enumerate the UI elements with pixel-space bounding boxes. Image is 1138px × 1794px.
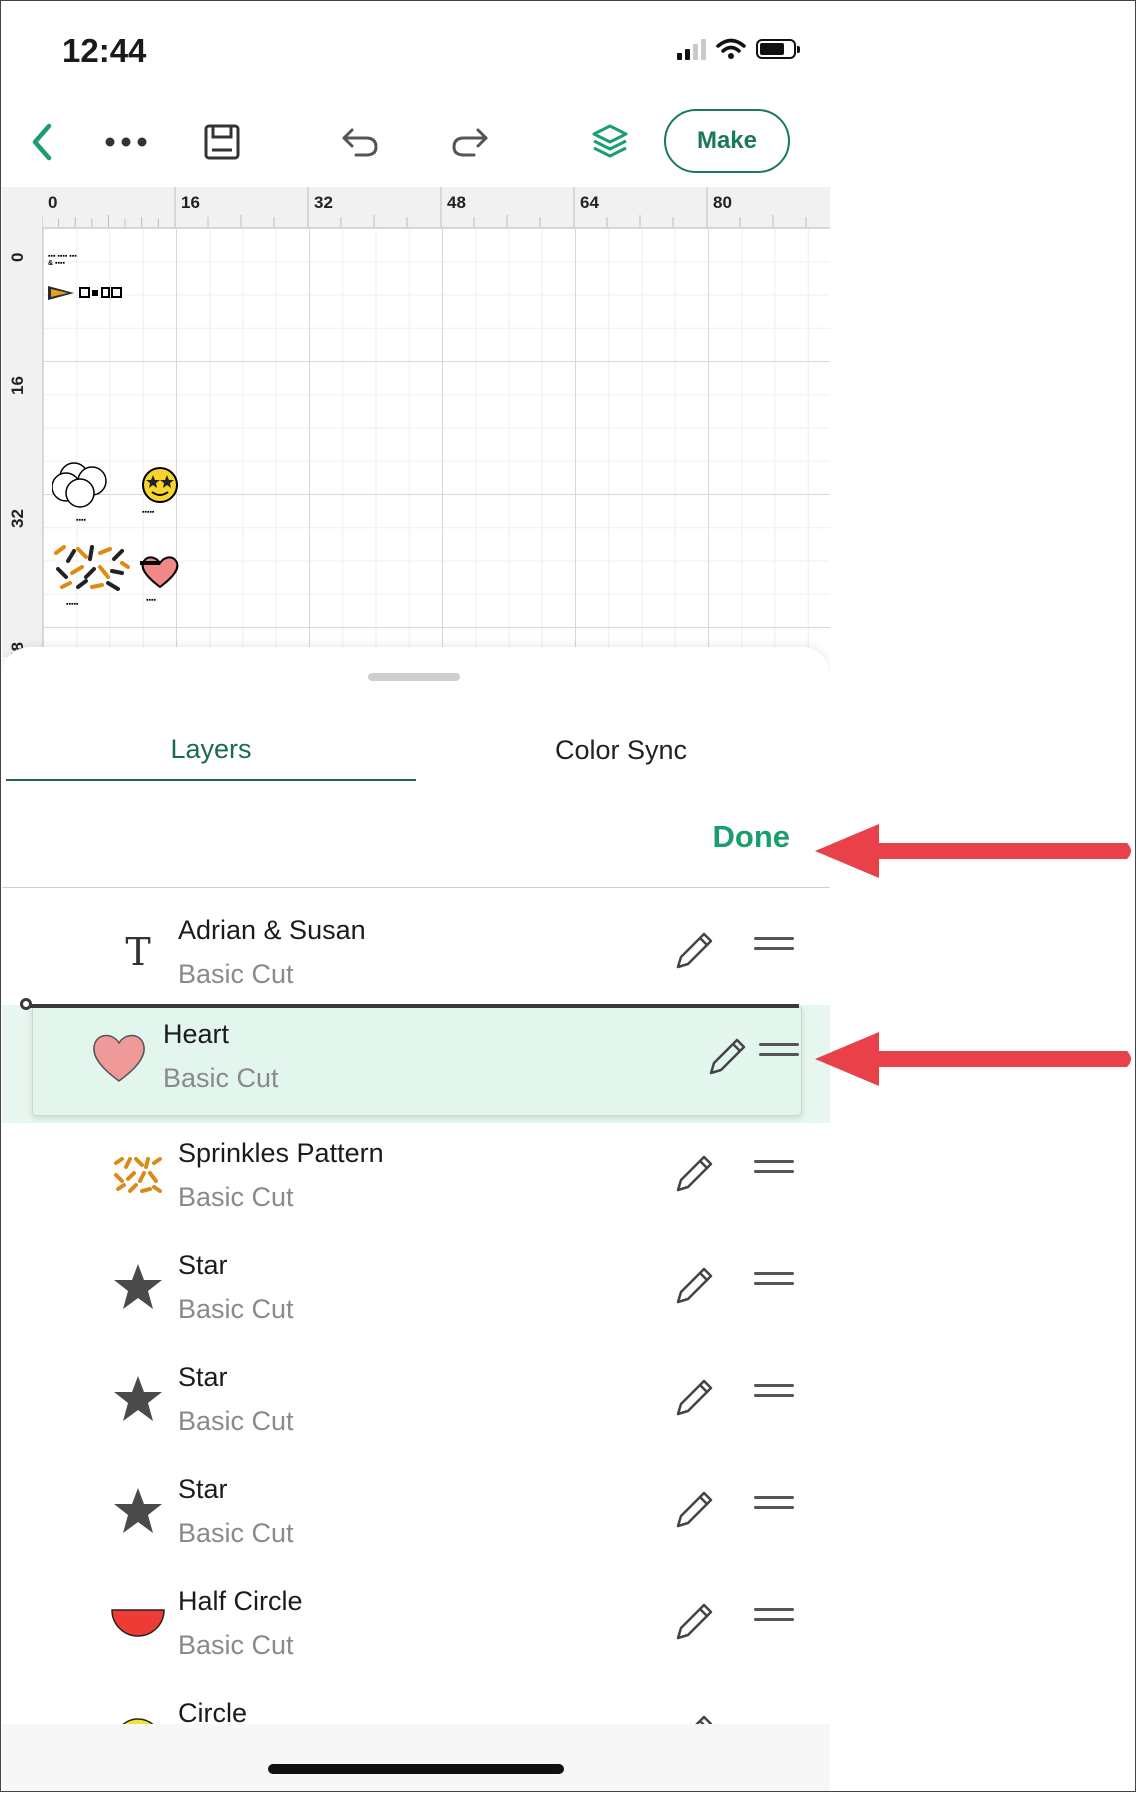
layer-row[interactable]: Star Basic Cut [2, 1344, 830, 1454]
layer-row-dragging[interactable]: Heart Basic Cut [32, 1006, 802, 1116]
pencil-icon[interactable] [672, 1486, 718, 1532]
layer-name: Star [178, 1362, 228, 1392]
battery-icon [756, 39, 800, 59]
layer-row[interactable]: Half Circle Basic Cut [2, 1568, 830, 1678]
pencil-icon[interactable] [672, 1710, 718, 1724]
save-icon[interactable] [198, 118, 246, 166]
screenshot-frame: 12:44 Make 0 16 32 48 64 80 0 16 32 ▪▪▪ … [0, 0, 1136, 1792]
layer-operation: Basic Cut [178, 1518, 294, 1548]
layer-name: Star [178, 1474, 228, 1504]
layer-operation: Basic Cut [163, 1063, 279, 1093]
canvas-tiny-text: ▪▪▪▪ [146, 597, 156, 604]
canvas-grid [43, 228, 830, 657]
make-button[interactable]: Make [664, 109, 790, 173]
canvas-tiny-text: ▪▪▪▪▪ [142, 509, 155, 516]
layer-row[interactable]: Sprinkles Pattern Basic Cut [2, 1120, 830, 1230]
ruler-top-label: 48 [447, 193, 466, 212]
layer-name: Sprinkles Pattern [178, 1138, 384, 1168]
cellular-signal-icon [677, 38, 706, 60]
layer-operation: Basic Cut [178, 959, 294, 989]
pencil-icon[interactable] [672, 1262, 718, 1308]
star-icon [108, 1257, 168, 1317]
layer-row[interactable]: Star Basic Cut [2, 1456, 830, 1566]
ruler-left-label: 16 [8, 376, 27, 395]
layer-operation: Basic Cut [178, 1294, 294, 1324]
annotation-arrow [815, 824, 1131, 878]
canvas-sprinkles-art [54, 545, 130, 591]
undo-icon[interactable] [336, 118, 384, 166]
drag-handle-icon[interactable] [754, 1272, 794, 1298]
canvas-tiny-text: ▪▪▪ ▪▪▪▪ ▪▪▪ & ▪▪▪▪ [48, 253, 77, 267]
layer-row[interactable]: T Adrian & Susan Basic Cut [2, 897, 830, 1007]
star-icon [108, 1369, 168, 1429]
layer-row[interactable]: Star Basic Cut [2, 1232, 830, 1342]
canvas-banner-art [48, 286, 122, 300]
panel-tabs: Layers Color Sync [6, 719, 826, 781]
status-time: 12:44 [62, 32, 147, 69]
done-button[interactable]: Done [713, 819, 791, 855]
layer-name: Star [178, 1250, 228, 1280]
layer-name: Circle [178, 1698, 248, 1724]
tab-color-sync[interactable]: Color Sync [416, 719, 826, 781]
canvas-tiny-text: ▪▪▪▪ [76, 517, 86, 524]
ruler-top-label: 16 [181, 193, 200, 212]
layer-operation: Basic Cut [178, 1630, 294, 1660]
ruler-top-label: 80 [713, 193, 732, 212]
home-indicator[interactable] [268, 1764, 564, 1774]
drag-handle-icon[interactable] [754, 1160, 794, 1186]
layer-operation: Basic Cut [178, 1406, 294, 1436]
drag-handle-icon[interactable] [754, 1496, 794, 1522]
done-row: Done [2, 797, 830, 888]
design-canvas[interactable]: 0 16 32 48 64 80 0 16 32 48 ▪▪▪ ▪▪▪▪ ▪▪▪… [2, 187, 830, 657]
home-indicator-area [2, 1724, 830, 1791]
drop-indicator-line [24, 1004, 799, 1008]
more-dots-icon[interactable] [102, 118, 150, 166]
ruler-top-label: 64 [580, 193, 599, 212]
heart-icon [89, 1029, 149, 1089]
canvas-star-face-art [142, 467, 178, 503]
canvas-circles-art [52, 462, 107, 508]
pencil-icon[interactable] [672, 1374, 718, 1420]
ruler-left: 0 16 32 48 [2, 227, 43, 657]
ruler-corner [2, 187, 42, 227]
canvas-heart-art [140, 556, 179, 589]
ruler-top: 0 16 32 48 64 80 [42, 187, 830, 228]
drag-handle-icon[interactable] [754, 1608, 794, 1634]
half-circle-icon [108, 1593, 168, 1653]
pencil-icon[interactable] [705, 1033, 751, 1079]
drag-handle-icon[interactable] [759, 1043, 799, 1063]
ruler-top-label: 0 [48, 193, 58, 212]
drag-handle-icon[interactable] [754, 1384, 794, 1410]
drop-indicator-dot [20, 998, 32, 1010]
text-icon: T [125, 930, 151, 974]
pencil-icon[interactable] [672, 1598, 718, 1644]
tab-layers[interactable]: Layers [6, 719, 416, 781]
layer-name: Half Circle [178, 1586, 303, 1616]
wifi-icon [716, 38, 746, 59]
ruler-top-label: 32 [314, 193, 333, 212]
sheet-grabber[interactable] [368, 673, 460, 681]
ruler-left-label: 32 [8, 509, 27, 528]
sprinkles-icon [108, 1145, 168, 1205]
status-icons [677, 38, 800, 60]
layer-operation: Basic Cut [178, 1182, 294, 1212]
design-toolbar: Make [2, 102, 830, 182]
annotation-arrow [815, 1032, 1131, 1086]
layer-name: Adrian & Susan [178, 915, 366, 945]
pencil-icon[interactable] [672, 927, 718, 973]
circle-icon [108, 1712, 168, 1724]
redo-icon[interactable] [446, 118, 494, 166]
layer-row[interactable]: Circle [2, 1680, 830, 1724]
pencil-icon[interactable] [672, 1150, 718, 1196]
star-icon [108, 1481, 168, 1541]
phone-screen: 12:44 Make 0 16 32 48 64 80 0 16 32 ▪▪▪ … [2, 2, 830, 1791]
layer-name: Heart [163, 1019, 230, 1049]
canvas-tiny-text: ▪▪▪▪▪ [66, 601, 79, 608]
ruler-left-label: 0 [8, 252, 27, 262]
drag-handle-icon[interactable] [754, 937, 794, 963]
chevron-left-icon[interactable] [18, 118, 66, 166]
layers-icon[interactable] [586, 118, 634, 166]
